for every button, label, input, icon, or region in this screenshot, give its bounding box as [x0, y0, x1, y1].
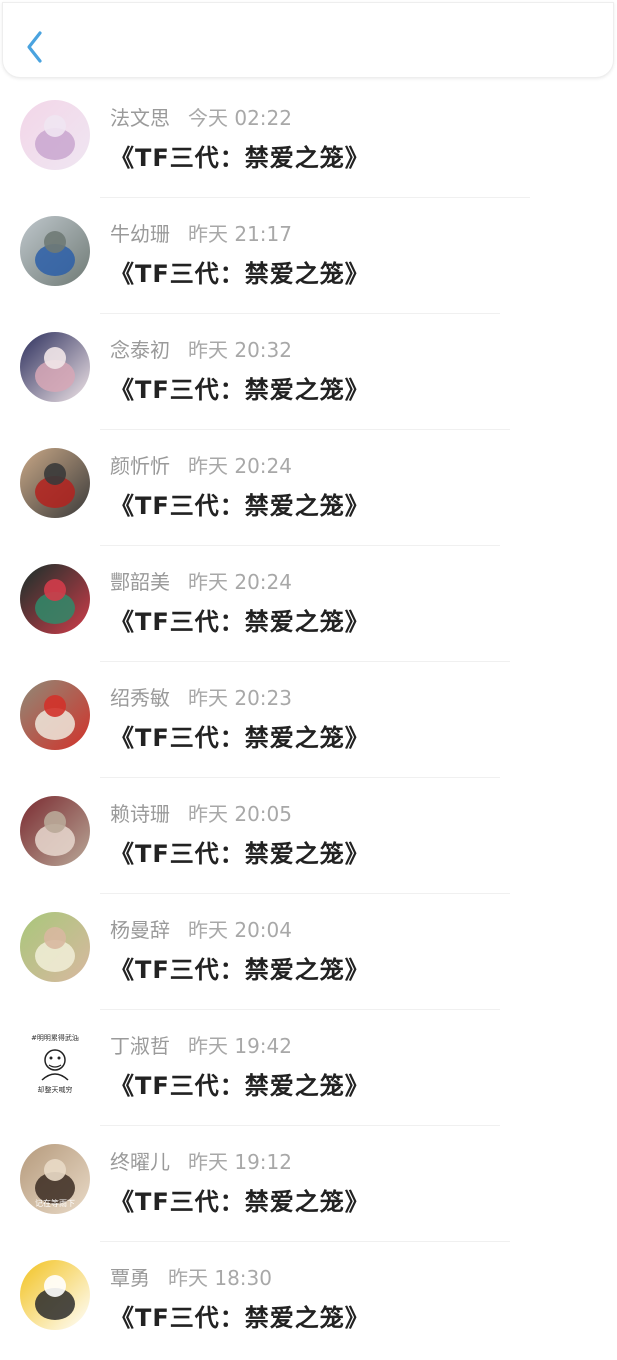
book-title[interactable]: 《TF三代：禁爱之笼》	[110, 1068, 370, 1104]
divider	[100, 1241, 510, 1242]
avatar[interactable]	[20, 1260, 90, 1330]
book-title[interactable]: 《TF三代：禁爱之笼》	[110, 488, 370, 524]
divider	[100, 545, 500, 546]
avatar[interactable]	[20, 912, 90, 982]
avatar[interactable]	[20, 332, 90, 402]
timestamp: 昨天 20:32	[188, 338, 292, 362]
user-name[interactable]: 念泰初	[110, 338, 170, 362]
divider	[100, 313, 500, 314]
user-name[interactable]: 颜忻忻	[110, 454, 170, 478]
item-meta: 杨曼辞 昨天 20:04	[110, 916, 292, 944]
avatar[interactable]	[20, 216, 90, 286]
item-meta: 丁淑哲 昨天 19:42	[110, 1032, 292, 1060]
user-name[interactable]: 覃勇	[110, 1266, 150, 1290]
list-item[interactable]: 赖诗珊 昨天 20:05 《TF三代：禁爱之笼》	[0, 780, 617, 896]
timestamp: 昨天 19:42	[188, 1034, 292, 1058]
user-name[interactable]: 法文思	[110, 106, 170, 130]
avatar-text-top: #明明累得武油	[31, 1033, 79, 1042]
item-meta: 念泰初 昨天 20:32	[110, 336, 292, 364]
top-bar	[2, 2, 614, 78]
list-item[interactable]: 颜忻忻 昨天 20:24 《TF三代：禁爱之笼》	[0, 432, 617, 548]
divider	[100, 777, 500, 778]
divider	[100, 429, 510, 430]
chevron-left-icon	[27, 31, 42, 63]
item-meta: 绍秀敏 昨天 20:23	[110, 684, 292, 712]
item-meta: 酆韶美 昨天 20:24	[110, 568, 292, 596]
avatar[interactable]: #明明累得武油 却整天喊穷	[20, 1028, 90, 1098]
list-item[interactable]: 绍秀敏 昨天 20:23 《TF三代：禁爱之笼》	[0, 664, 617, 780]
divider	[100, 197, 530, 198]
avatar[interactable]	[20, 100, 90, 170]
book-title[interactable]: 《TF三代：禁爱之笼》	[110, 836, 370, 872]
book-title[interactable]: 《TF三代：禁爱之笼》	[110, 604, 370, 640]
divider	[100, 893, 510, 894]
list-item[interactable]: 牛幼珊 昨天 21:17 《TF三代：禁爱之笼》	[0, 200, 617, 316]
user-name[interactable]: 杨曼辞	[110, 918, 170, 942]
book-title[interactable]: 《TF三代：禁爱之笼》	[110, 1300, 370, 1336]
list-item[interactable]: 法文思 今天 02:22 《TF三代：禁爱之笼》	[0, 84, 617, 200]
divider	[100, 661, 510, 662]
list-item[interactable]: 覃勇 昨天 18:30 《TF三代：禁爱之笼》	[0, 1244, 617, 1360]
list-item[interactable]: 记在等雨下 终曜儿 昨天 19:12 《TF三代：禁爱之笼》	[0, 1128, 617, 1244]
avatar[interactable]: 记在等雨下	[20, 1144, 90, 1214]
item-meta: 覃勇 昨天 18:30	[110, 1264, 272, 1292]
user-name[interactable]: 赖诗珊	[110, 802, 170, 826]
list-item[interactable]: 念泰初 昨天 20:32 《TF三代：禁爱之笼》	[0, 316, 617, 432]
list-item[interactable]: #明明累得武油 却整天喊穷 丁淑哲 昨天 19:42 《TF三代：禁爱之笼》	[0, 1012, 617, 1128]
user-name[interactable]: 酆韶美	[110, 570, 170, 594]
user-name[interactable]: 终曜儿	[110, 1150, 170, 1174]
avatar[interactable]	[20, 448, 90, 518]
timestamp: 昨天 20:24	[188, 454, 292, 478]
divider	[100, 1125, 500, 1126]
book-title[interactable]: 《TF三代：禁爱之笼》	[110, 720, 370, 756]
item-meta: 终曜儿 昨天 19:12	[110, 1148, 292, 1176]
list-item[interactable]: 酆韶美 昨天 20:24 《TF三代：禁爱之笼》	[0, 548, 617, 664]
user-name[interactable]: 绍秀敏	[110, 686, 170, 710]
book-title[interactable]: 《TF三代：禁爱之笼》	[110, 372, 370, 408]
book-title[interactable]: 《TF三代：禁爱之笼》	[110, 256, 370, 292]
timestamp: 昨天 20:05	[188, 802, 292, 826]
list-item[interactable]: 杨曼辞 昨天 20:04 《TF三代：禁爱之笼》	[0, 896, 617, 1012]
book-title[interactable]: 《TF三代：禁爱之笼》	[110, 952, 370, 988]
item-meta: 颜忻忻 昨天 20:24	[110, 452, 292, 480]
user-name[interactable]: 丁淑哲	[110, 1034, 170, 1058]
user-name[interactable]: 牛幼珊	[110, 222, 170, 246]
avatar[interactable]	[20, 680, 90, 750]
back-button[interactable]	[21, 29, 49, 65]
avatar[interactable]	[20, 564, 90, 634]
timestamp: 昨天 20:23	[188, 686, 292, 710]
divider	[100, 1009, 500, 1010]
timestamp: 昨天 20:04	[188, 918, 292, 942]
timestamp: 昨天 19:12	[188, 1150, 292, 1174]
avatar-caption: 记在等雨下	[35, 1198, 75, 1208]
message-list: 法文思 今天 02:22 《TF三代：禁爱之笼》 牛幼珊 昨天 21:17 《TF三代：…	[0, 84, 617, 1360]
item-meta: 法文思 今天 02:22	[110, 104, 292, 132]
avatar-text-bottom: 却整天喊穷	[38, 1085, 73, 1094]
timestamp: 昨天 21:17	[188, 222, 292, 246]
book-title[interactable]: 《TF三代：禁爱之笼》	[110, 1184, 370, 1220]
timestamp: 今天 02:22	[188, 106, 292, 130]
book-title[interactable]: 《TF三代：禁爱之笼》	[110, 140, 370, 176]
item-meta: 牛幼珊 昨天 21:17	[110, 220, 292, 248]
avatar[interactable]	[20, 796, 90, 866]
timestamp: 昨天 18:30	[168, 1266, 272, 1290]
item-meta: 赖诗珊 昨天 20:05	[110, 800, 292, 828]
timestamp: 昨天 20:24	[188, 570, 292, 594]
